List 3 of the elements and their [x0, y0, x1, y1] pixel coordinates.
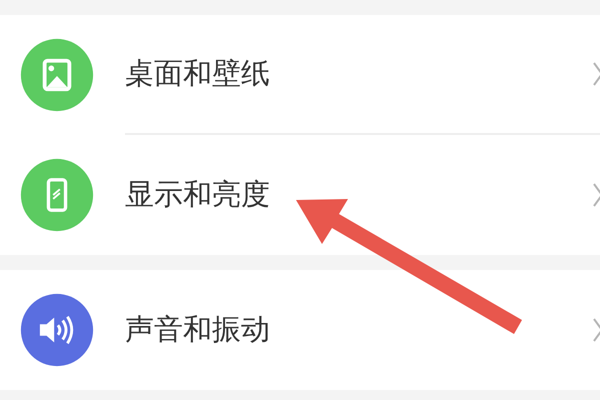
setting-label[interactable]: 桌面和壁纸	[125, 54, 270, 94]
setting-label[interactable]: 声音和振动	[125, 310, 270, 350]
setting-label[interactable]: 显示和亮度	[125, 175, 270, 215]
